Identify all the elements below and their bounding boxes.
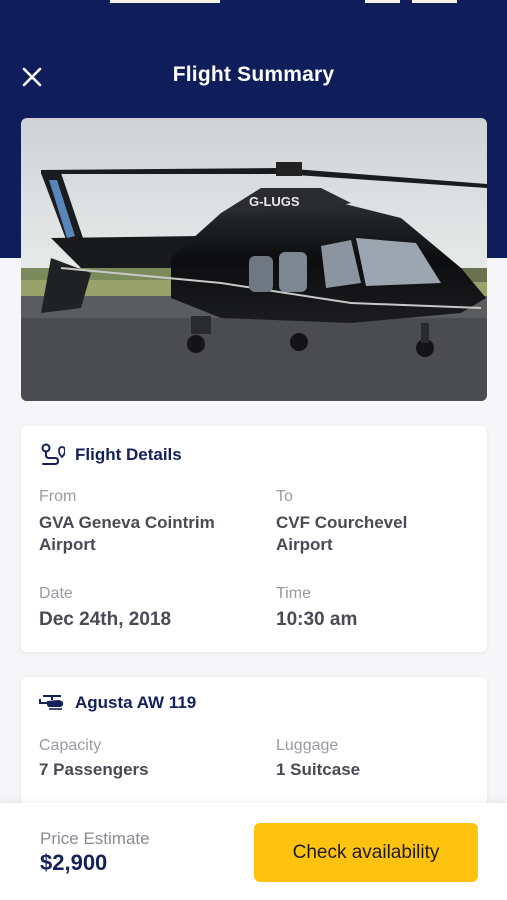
header: Flight Summary <box>0 52 507 98</box>
to-label: To <box>276 488 293 505</box>
helicopter-icon <box>39 695 64 710</box>
luggage-field: Luggage 1 Suitcase <box>276 737 360 781</box>
luggage-value: 1 Suitcase <box>276 760 361 779</box>
from-field: From GVA Geneva Cointrim Airport <box>39 488 215 556</box>
route-icon <box>41 443 65 465</box>
registration-text: G-LUGS <box>249 194 300 209</box>
capacity-value: 7 Passengers <box>39 760 149 779</box>
flight-details-title: Flight Details <box>75 445 182 464</box>
flight-details-card: Flight Details From GVA Geneva Cointrim … <box>21 426 487 652</box>
page-title: Flight Summary <box>172 63 335 86</box>
time-value: 10:30 am <box>276 609 358 630</box>
aircraft-title: Agusta AW 119 <box>75 693 197 712</box>
close-icon <box>22 67 42 87</box>
date-field: Date Dec 24th, 2018 <box>39 585 171 631</box>
price-value: $2,900 <box>40 850 108 875</box>
from-value-line2: Airport <box>39 535 96 554</box>
top-strip <box>0 0 507 3</box>
check-availability-button[interactable]: Check availability <box>254 823 478 882</box>
aircraft-header: Agusta AW 119 <box>39 693 196 713</box>
aircraft-photo: G-LUGS <box>21 118 487 401</box>
to-value-line2: Airport <box>276 535 333 554</box>
capacity-label: Capacity <box>39 737 102 754</box>
close-button[interactable] <box>18 63 46 91</box>
time-field: Time 10:30 am <box>276 585 357 631</box>
date-value: Dec 24th, 2018 <box>39 609 172 630</box>
capacity-field: Capacity 7 Passengers <box>39 737 149 781</box>
bottom-bar: Price Estimate $2,900 Check availability <box>0 803 507 900</box>
to-value-line1: CVF Courchevel <box>276 513 408 532</box>
to-field: To CVF Courchevel Airport <box>276 488 407 556</box>
from-value-line1: GVA Geneva Cointrim <box>39 513 215 532</box>
time-label: Time <box>276 585 311 602</box>
from-label: From <box>39 488 77 505</box>
luggage-label: Luggage <box>276 737 339 754</box>
price-label: Price Estimate <box>40 829 150 848</box>
date-label: Date <box>39 585 73 602</box>
flight-details-header: Flight Details <box>39 442 182 468</box>
